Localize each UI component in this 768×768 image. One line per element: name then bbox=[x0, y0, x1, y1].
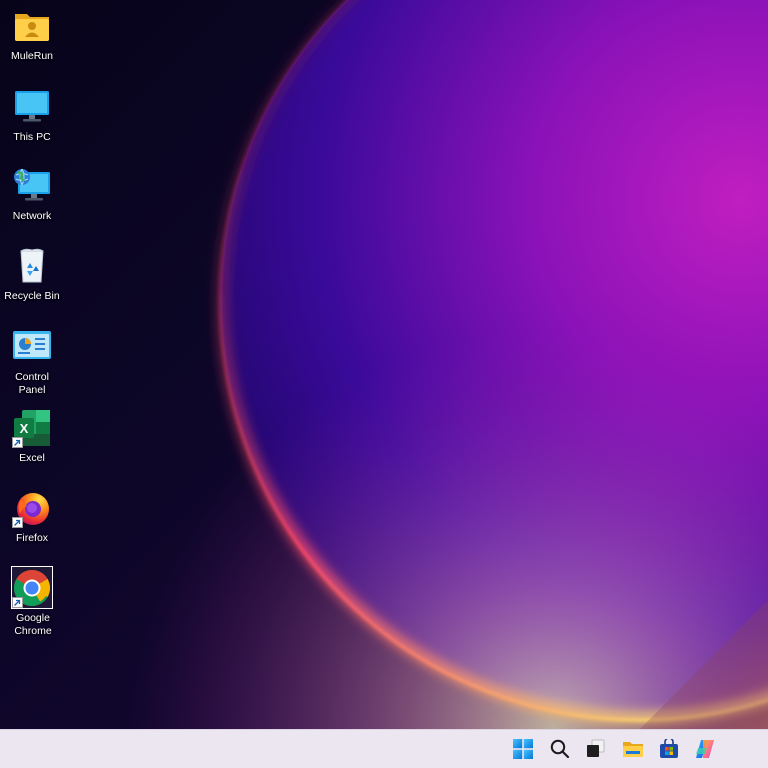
desktop-icon-recycle-bin[interactable]: Recycle Bin bbox=[0, 246, 64, 303]
desktop-icon-label: This PC bbox=[13, 131, 51, 143]
task-view-button[interactable] bbox=[582, 735, 610, 763]
shortcut-arrow-icon bbox=[12, 597, 23, 608]
shortcut-arrow-icon bbox=[12, 517, 23, 528]
desktop-icon-label: Recycle Bin bbox=[4, 290, 60, 302]
excel-icon: X bbox=[12, 408, 52, 448]
microsoft-store-button[interactable] bbox=[655, 735, 683, 763]
desktop-icon-google-chrome[interactable]: Google Chrome bbox=[0, 568, 64, 638]
user-folder-icon bbox=[12, 6, 52, 46]
desktop-icon-network[interactable]: Network bbox=[0, 166, 64, 223]
copilot-button[interactable] bbox=[691, 735, 719, 763]
desktop-icon-firefox[interactable]: Firefox bbox=[0, 488, 64, 545]
desktop-icon-mulerun[interactable]: MuleRun bbox=[0, 6, 64, 63]
desktop: MuleRun This PC Network Recycle Bin Cont… bbox=[0, 0, 768, 768]
search-icon bbox=[550, 739, 570, 759]
store-icon bbox=[660, 739, 678, 758]
desktop-icon-label: MuleRun bbox=[10, 50, 54, 62]
desktop-icon-label: Firefox bbox=[15, 532, 49, 544]
svg-text:X: X bbox=[20, 421, 29, 436]
desktop-icon-label: Control Panel bbox=[15, 371, 49, 396]
file-explorer-button[interactable] bbox=[619, 735, 647, 763]
taskbar bbox=[0, 729, 768, 768]
chrome-icon bbox=[12, 568, 52, 608]
control-panel-icon bbox=[12, 327, 52, 367]
task-view-icon bbox=[587, 739, 605, 757]
desktop-icon-this-pc[interactable]: This PC bbox=[0, 87, 64, 144]
desktop-icon-label: Google Chrome bbox=[14, 612, 52, 637]
folder-icon bbox=[623, 742, 643, 757]
firefox-icon bbox=[12, 488, 52, 528]
monitor-icon bbox=[12, 87, 52, 127]
desktop-icon-label: Network bbox=[12, 210, 52, 222]
shortcut-arrow-icon bbox=[12, 437, 23, 448]
desktop-icon-excel[interactable]: X Excel bbox=[0, 408, 64, 465]
wallpaper bbox=[0, 0, 768, 729]
wallpaper-orb bbox=[0, 0, 768, 729]
desktop-icon-label: Excel bbox=[19, 452, 45, 464]
windows-logo-icon bbox=[513, 739, 533, 759]
network-icon bbox=[12, 166, 52, 206]
start-button[interactable] bbox=[509, 735, 537, 763]
search-button[interactable] bbox=[546, 735, 574, 763]
copilot-icon bbox=[696, 740, 714, 758]
desktop-icon-control-panel[interactable]: Control Panel bbox=[0, 327, 64, 397]
recycle-bin-icon bbox=[12, 246, 52, 286]
